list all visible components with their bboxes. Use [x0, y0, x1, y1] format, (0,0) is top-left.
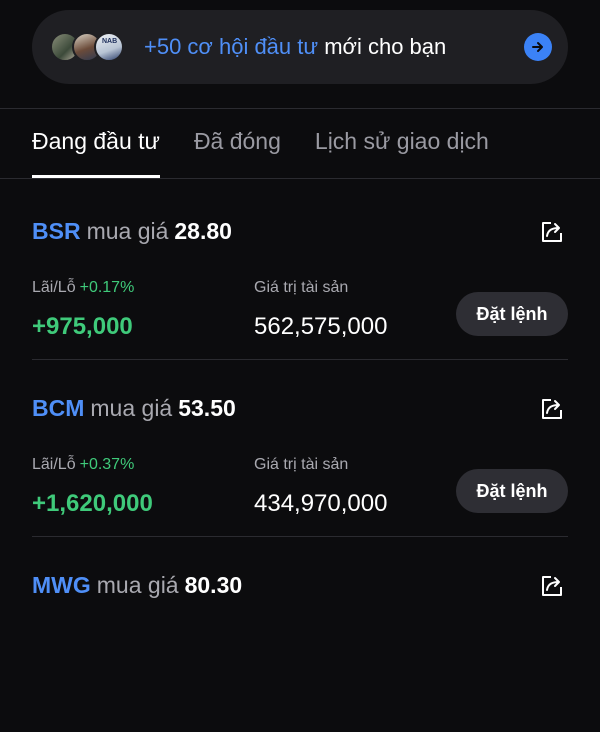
profit-loss-label: Lãi/Lỗ +0.17% — [32, 279, 134, 297]
divider — [32, 536, 568, 537]
avatar-group: NAB — [50, 32, 136, 62]
stock-symbol[interactable]: MWG — [32, 572, 91, 599]
divider — [0, 178, 600, 179]
divider — [0, 108, 600, 109]
place-order-button[interactable]: Đặt lệnh — [456, 292, 568, 336]
buy-price-label: mua giá — [96, 572, 179, 598]
asset-value: 562,575,000 — [254, 313, 388, 340]
stock-symbol[interactable]: BCM — [32, 395, 84, 422]
holding-card: MWG mua giá 80.30 — [32, 572, 568, 732]
tab-closed[interactable]: Đã đóng — [194, 128, 281, 178]
tab-bar: Đang đầu tư Đã đóng Lịch sử giao dịch — [32, 128, 523, 178]
profit-loss-value: +975,000 — [32, 313, 133, 340]
profit-loss-percent: +0.37% — [79, 456, 135, 473]
asset-value-label: Giá trị tài sản — [254, 279, 349, 296]
holding-card: BCM mua giá 53.50 Lãi/Lỗ +0.37% +1,620,00… — [32, 395, 568, 555]
divider — [32, 359, 568, 360]
share-icon[interactable] — [538, 572, 566, 600]
buy-price-label: mua giá — [86, 218, 169, 244]
holding-card: BSR mua giá 28.80 Lãi/Lỗ +0.17% +975,000 … — [32, 218, 568, 378]
profit-loss-percent: +0.17% — [79, 279, 135, 296]
asset-value-label: Giá trị tài sản — [254, 456, 349, 473]
buy-price-label: mua giá — [90, 395, 173, 421]
profit-loss-value: +1,620,000 — [32, 490, 153, 517]
stock-symbol[interactable]: BSR — [32, 218, 81, 245]
promo-text: +50 cơ hội đầu tư mới cho bạn — [144, 34, 524, 60]
promo-highlight: +50 cơ hội đầu tư — [144, 34, 319, 59]
tab-investing[interactable]: Đang đầu tư — [32, 128, 160, 178]
asset-value: 434,970,000 — [254, 490, 388, 517]
promo-banner[interactable]: NAB +50 cơ hội đầu tư mới cho bạn — [32, 10, 568, 84]
buy-price: 80.30 — [184, 572, 243, 598]
profit-loss-label: Lãi/Lỗ +0.37% — [32, 456, 134, 474]
avatar-logo-text: NAB — [102, 38, 118, 45]
promo-rest: mới cho bạn — [318, 34, 447, 59]
share-icon[interactable] — [538, 218, 566, 246]
buy-price: 53.50 — [178, 395, 236, 421]
profit-loss-title: Lãi/Lỗ — [32, 279, 76, 296]
buy-price: 28.80 — [174, 218, 232, 244]
place-order-button[interactable]: Đặt lệnh — [456, 469, 568, 513]
arrow-right-icon[interactable] — [524, 33, 552, 61]
profit-loss-title: Lãi/Lỗ — [32, 456, 76, 473]
avatar: NAB — [94, 32, 124, 62]
share-icon[interactable] — [538, 395, 566, 423]
tab-history[interactable]: Lịch sử giao dịch — [315, 128, 489, 178]
